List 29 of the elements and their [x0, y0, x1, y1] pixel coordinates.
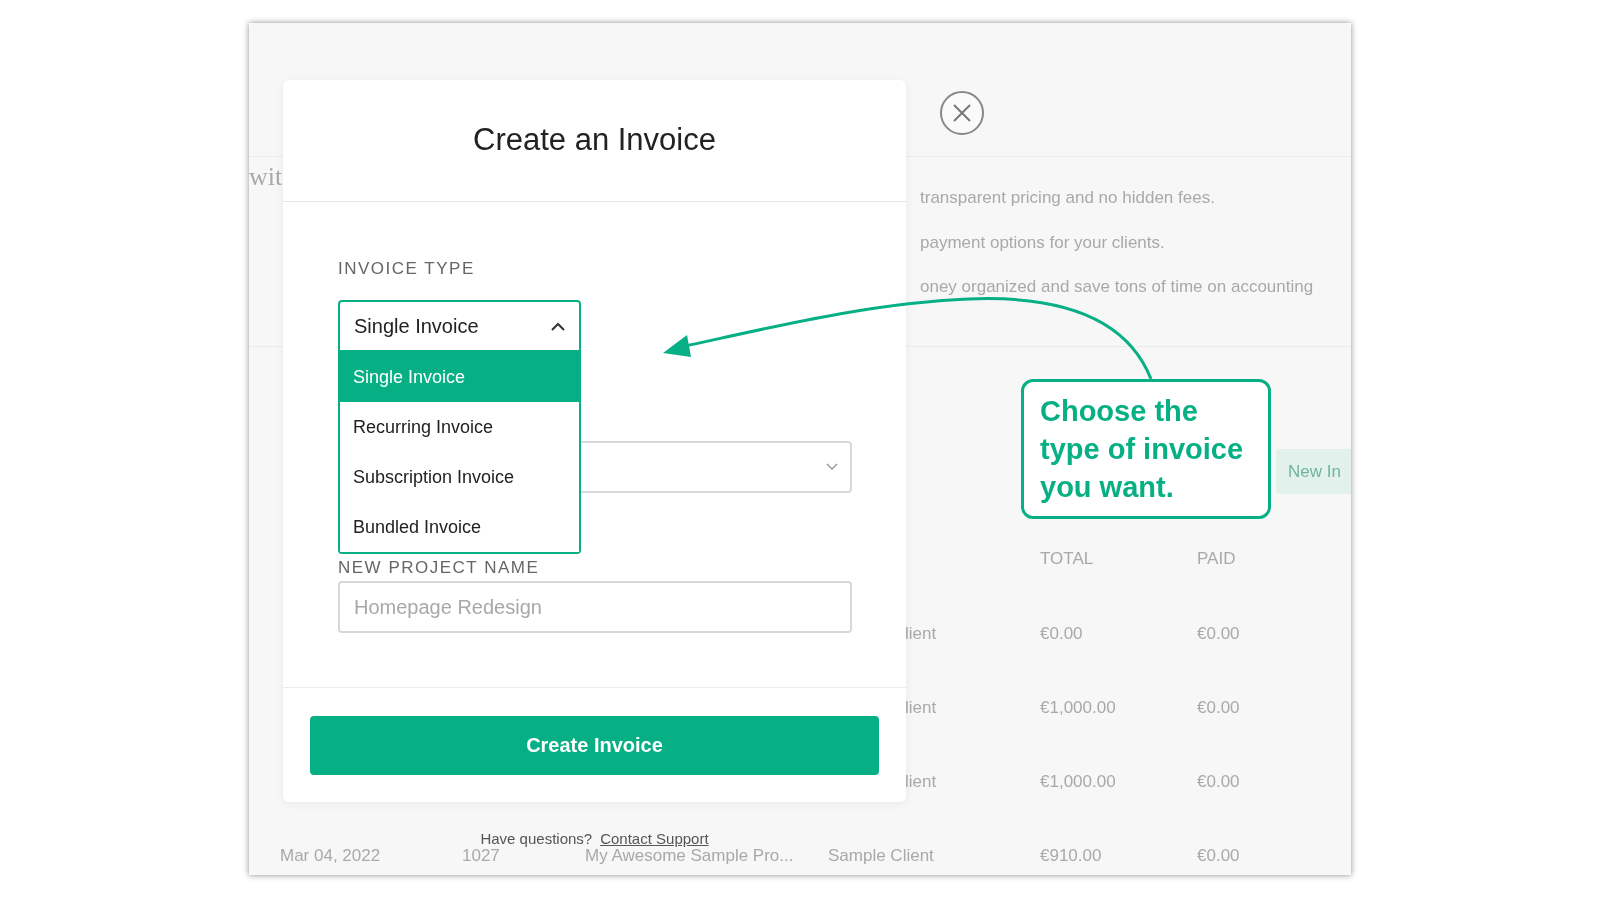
table-cell-text: €0.00 — [1040, 622, 1084, 645]
column-header: TOTAL — [1040, 548, 1095, 570]
close-icon[interactable] — [940, 91, 984, 135]
table-cell: Sample Client — [828, 845, 934, 865]
callout-text: Choose the type of invoice you want. — [1040, 394, 1245, 505]
page-heading: wit — [249, 161, 284, 193]
project-name-field[interactable]: Homepage Redesign — [338, 581, 852, 633]
table-cell-text: €910.00 — [1040, 844, 1103, 867]
table-cell-text: €0.00 — [1197, 844, 1241, 867]
select-value: Single Invoice — [354, 314, 479, 339]
field-label: NEW PROJECT NAME — [338, 557, 541, 579]
chevron-icon — [826, 463, 838, 471]
feature-text: payment options for your clients. — [920, 231, 1166, 254]
table-cell-text: €0.00 — [1197, 770, 1241, 793]
invoice-type-select[interactable]: Single Invoice — [338, 300, 581, 352]
feature-text: transparent pricing and no hidden fees. — [920, 187, 1216, 209]
table-cell: lient — [905, 771, 937, 791]
table-cell-text: €1,000.00 — [1040, 770, 1117, 793]
chevron-icon — [551, 321, 565, 331]
table-cell: lient — [905, 623, 937, 643]
table-cell: lient — [905, 697, 937, 717]
table-cell-text: €0.00 — [1197, 622, 1241, 645]
column-header: PAID — [1197, 548, 1237, 570]
dialog-title: Create an Invoice — [473, 121, 716, 160]
field-label: INVOICE TYPE — [338, 258, 476, 278]
table-cell-text: €1,000.00 — [1040, 696, 1117, 719]
table-cell-text: Mar 04, 2022 — [280, 844, 382, 867]
feature-text: oney organized and save tons of time on accounting — [920, 276, 1314, 298]
table-cell-text: €0.00 — [1197, 696, 1241, 719]
